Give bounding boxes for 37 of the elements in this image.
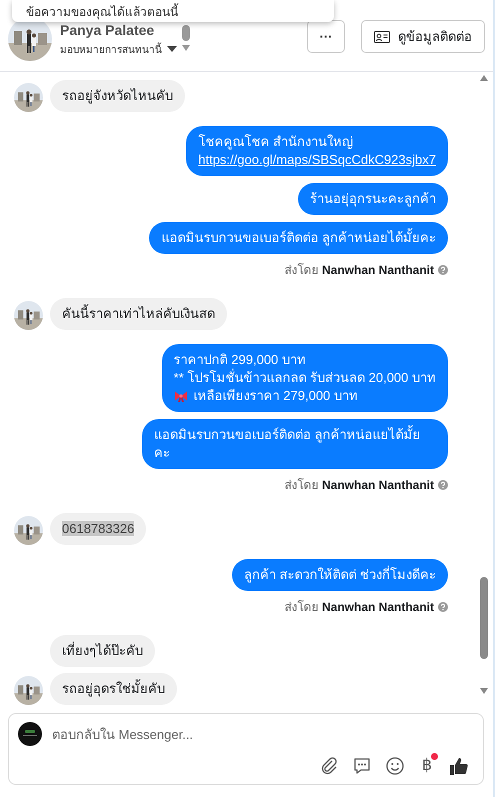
message-bubble: รถอยู่จังหวัดไหนคับ [50, 80, 185, 112]
page-avatar-icon [18, 722, 42, 746]
caret-icon[interactable] [167, 46, 177, 52]
contact-info-button[interactable]: ดูข้อมูลติดต่อ [361, 20, 485, 53]
message-bubble: คันนี้ราคาเท่าไหล่คับเงินสด [50, 298, 227, 330]
sent-by-text: ส่งโดย Nanwhan Nanthanit [284, 477, 434, 494]
popup-text: ข้อความของคุณได้แล้วตอนนี้ [26, 2, 178, 20]
message-bubble: เที่ยงๆได้ป๊ะคับ [50, 635, 155, 667]
sent-by-text: ส่งโดย Nanwhan Nanthanit [284, 599, 434, 616]
chat-bubble-icon[interactable] [352, 756, 372, 776]
payment-button[interactable]: ฿ [418, 756, 436, 776]
mini-scrollbar[interactable] [181, 25, 191, 53]
scroll-up-icon[interactable] [479, 74, 489, 82]
message-text: โชคคูณโชค สำนักงานใหญ่ [198, 134, 353, 149]
message-bubble: ร้านอยุ่อุกรนะคะลูกค้า [298, 183, 448, 215]
help-icon[interactable] [438, 480, 448, 490]
message-bubble: แอดมินรบกวนขอเบอร์ติดต่อ ลูกค้าหน่อแยได้มั้ยคะ [142, 419, 448, 469]
scroll-down-icon[interactable] [479, 687, 489, 695]
reply-input[interactable]: ตอบกลับใน Messenger... [52, 726, 469, 742]
assign-link[interactable]: มอบหมายการสนทนานี้ [60, 42, 162, 56]
map-link[interactable]: https://goo.gl/maps/SBSqcCdkC923sjbx7 [198, 152, 436, 167]
selected-text: 0618783326 [62, 521, 134, 536]
smiley-icon[interactable] [384, 756, 405, 776]
message-bubble: ลูกค้า สะดวกให้ติดต่ ช่วงกี่โมงดีคะ [232, 559, 448, 591]
scroll-thumb[interactable] [480, 577, 488, 659]
more-button[interactable]: ··· [307, 20, 345, 53]
message-bubble: รถอยู่อุดรใช่มั้ยคับ [50, 673, 177, 705]
message-line: เหลือเพียงราคา 279,000 บาท [194, 387, 358, 405]
message-line: ** โปรโมชั่นข้าวแลกลด รับส่วนลด 20,000 บาท [174, 369, 436, 387]
contact-card-icon [374, 30, 390, 42]
sent-by-text: ส่งโดย Nanwhan Nanthanit [284, 262, 434, 279]
thumbs-up-icon[interactable] [449, 756, 469, 776]
help-icon[interactable] [438, 602, 448, 612]
message-line: ราคาปกติ 299,000 บาท [174, 351, 306, 368]
contact-name: Panya Palatee [60, 22, 156, 38]
message-bubble: แอดมินรบกวนขอเบอร์ติดต่อ ลูกค้าหน่อยได้มั้ยคะ [149, 222, 448, 254]
help-icon[interactable] [438, 264, 448, 274]
